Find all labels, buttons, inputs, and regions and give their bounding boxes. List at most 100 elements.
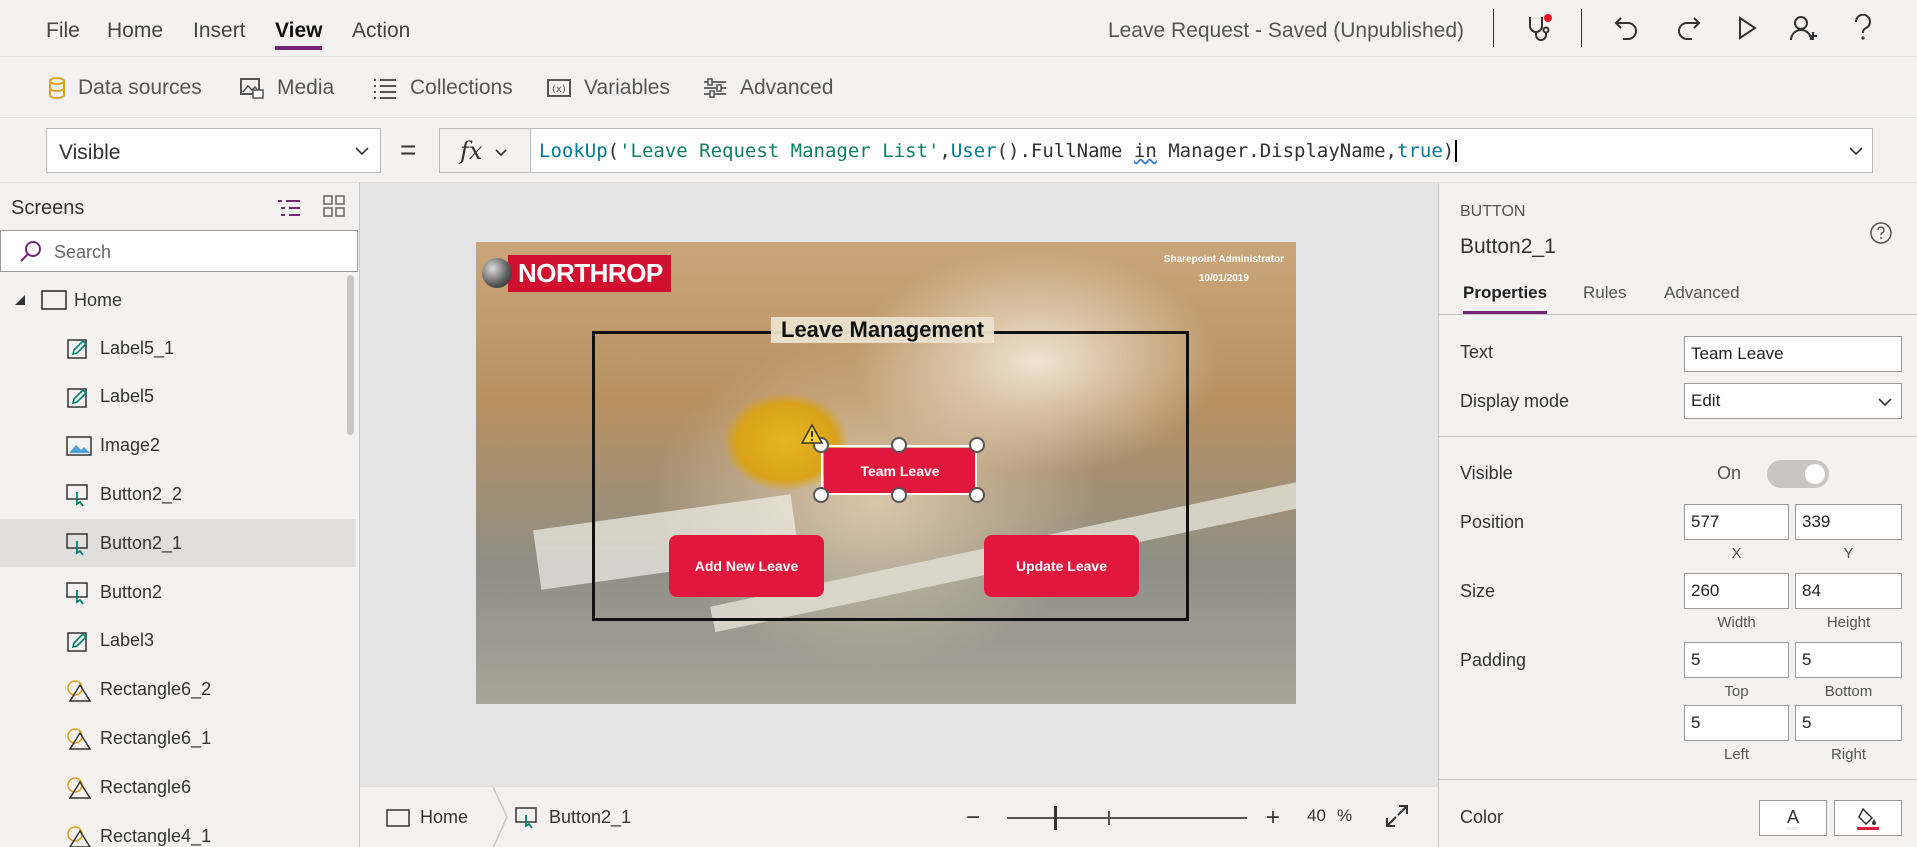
- top-caption: Top: [1724, 683, 1749, 700]
- position-y-input[interactable]: 339: [1795, 504, 1902, 540]
- padding-left-input[interactable]: 5: [1684, 705, 1789, 741]
- play-icon[interactable]: [1731, 12, 1763, 44]
- tree-item[interactable]: Rectangle6_1: [0, 714, 356, 762]
- fill-color-button[interactable]: [1834, 800, 1902, 836]
- chevron-down-icon: [1878, 398, 1892, 407]
- variables-icon: (x): [547, 78, 571, 97]
- menu-file[interactable]: File: [46, 19, 80, 43]
- padding-bottom-input[interactable]: 5: [1795, 642, 1902, 678]
- breadcrumb-screen[interactable]: Home: [386, 787, 468, 847]
- fit-to-window-icon[interactable]: [1384, 803, 1410, 829]
- bottom-caption: Bottom: [1824, 683, 1873, 700]
- tree-item[interactable]: Rectangle6: [0, 763, 356, 811]
- chevron-down-icon[interactable]: [1848, 143, 1864, 159]
- search-placeholder: Search: [54, 242, 112, 262]
- tree-item[interactable]: Button2: [0, 568, 356, 616]
- formula-token: User: [950, 140, 997, 162]
- collections-label: Collections: [410, 75, 513, 99]
- tree-item-label: Rectangle6: [100, 776, 192, 797]
- tree-item-label: Button2_2: [100, 483, 183, 504]
- display-mode-dropdown[interactable]: Edit: [1684, 383, 1902, 419]
- breadcrumb-separator-icon: [492, 787, 508, 847]
- padding-top-input[interactable]: 5: [1684, 642, 1789, 678]
- tree-item-label: Label5_1: [100, 337, 175, 358]
- text-cursor: [1455, 140, 1469, 162]
- text-property-input[interactable]: Team Leave: [1684, 336, 1902, 372]
- resize-handle[interactable]: [813, 487, 829, 503]
- screen-icon: [386, 808, 410, 827]
- tree-item[interactable]: Label5_1: [0, 324, 356, 372]
- menu-home[interactable]: Home: [107, 19, 163, 43]
- control-type: BUTTON: [1460, 203, 1526, 220]
- advanced-button[interactable]: Advanced: [702, 57, 833, 118]
- tree-item[interactable]: Image2: [0, 422, 356, 470]
- help-icon[interactable]: [1869, 221, 1893, 245]
- zoom-slider-midmark: [1108, 811, 1110, 825]
- tab-properties[interactable]: Properties: [1463, 283, 1548, 315]
- formula-token: LookUp: [539, 140, 608, 162]
- control-name[interactable]: Button2_1: [1460, 235, 1556, 259]
- help-icon[interactable]: [1847, 12, 1879, 44]
- zoom-slider-thumb[interactable]: [1054, 806, 1057, 830]
- variables-button[interactable]: (x) Variables: [546, 57, 670, 118]
- media-icon: [240, 77, 264, 99]
- tree-item[interactable]: Rectangle6_2: [0, 666, 356, 714]
- thumbnail-view-icon[interactable]: [322, 194, 346, 218]
- resize-handle[interactable]: [969, 437, 985, 453]
- undo-icon[interactable]: [1611, 12, 1643, 44]
- share-user-icon[interactable]: [1788, 12, 1820, 44]
- position-x-input[interactable]: 577: [1684, 504, 1789, 540]
- menu-insert[interactable]: Insert: [193, 19, 246, 43]
- visible-toggle[interactable]: [1767, 460, 1829, 488]
- tree-item[interactable]: Button2_1: [0, 519, 356, 568]
- admin-name: Sharepoint Administrator: [1163, 254, 1284, 265]
- tree-item[interactable]: Rectangle4_1: [0, 812, 356, 847]
- collections-button[interactable]: Collections: [372, 57, 513, 118]
- app-checker-icon[interactable]: [1522, 12, 1554, 44]
- divider: [1439, 779, 1917, 780]
- zoom-slider-track[interactable]: [1007, 817, 1247, 819]
- breadcrumb-control[interactable]: Button2_1: [515, 787, 631, 847]
- data-sources-button[interactable]: Data sources: [48, 57, 202, 118]
- zoom-out-button[interactable]: −: [966, 804, 980, 832]
- tree-item-label: Image2: [100, 435, 161, 456]
- search-input[interactable]: Search: [0, 230, 358, 272]
- tree-view-icon[interactable]: [276, 197, 302, 219]
- tree-item[interactable]: Button2_2: [0, 470, 356, 518]
- fx-button[interactable]: fx: [439, 128, 531, 173]
- tab-rules[interactable]: Rules: [1583, 283, 1626, 303]
- zoom-in-button[interactable]: +: [1266, 804, 1280, 832]
- media-button[interactable]: Media: [239, 57, 334, 118]
- formula-input[interactable]: LookUp('Leave Request Manager List',User…: [530, 128, 1873, 173]
- northrop-logo[interactable]: NORTHROP: [482, 254, 671, 292]
- menu-action[interactable]: Action: [352, 19, 410, 43]
- height-input[interactable]: 84: [1795, 573, 1902, 609]
- leave-management-title[interactable]: Leave Management: [771, 317, 994, 343]
- resize-handle[interactable]: [891, 437, 907, 453]
- warning-icon[interactable]: [800, 423, 824, 445]
- resize-handle[interactable]: [969, 487, 985, 503]
- resize-handle[interactable]: [891, 487, 907, 503]
- tab-advanced[interactable]: Advanced: [1664, 283, 1740, 303]
- formula-token: 'Leave Request Manager List': [619, 140, 940, 162]
- label-icon: [66, 337, 90, 366]
- tree-item[interactable]: Label3: [0, 617, 356, 665]
- add-new-leave-button[interactable]: Add New Leave: [669, 535, 824, 597]
- scrollbar[interactable]: [347, 275, 354, 435]
- text-color-button[interactable]: A: [1759, 800, 1827, 836]
- divider: [1439, 436, 1917, 437]
- collapse-caret-icon[interactable]: [14, 294, 26, 306]
- redo-icon[interactable]: [1672, 12, 1704, 44]
- update-leave-button[interactable]: Update Leave: [984, 535, 1139, 597]
- padding-right-input[interactable]: 5: [1795, 705, 1902, 741]
- property-dropdown[interactable]: Visible: [46, 128, 381, 173]
- menu-view[interactable]: View: [275, 19, 323, 50]
- width-input[interactable]: 260: [1684, 573, 1789, 609]
- admin-label[interactable]: Sharepoint Administrator 10/01/2019: [1164, 250, 1284, 288]
- label-icon: [66, 630, 90, 659]
- tree-item[interactable]: Label5: [0, 373, 356, 421]
- right-caption: Right: [1830, 746, 1867, 763]
- formula-token: in: [1133, 140, 1157, 162]
- divider: [1439, 314, 1917, 315]
- tree-item-home-screen[interactable]: Home: [0, 276, 356, 324]
